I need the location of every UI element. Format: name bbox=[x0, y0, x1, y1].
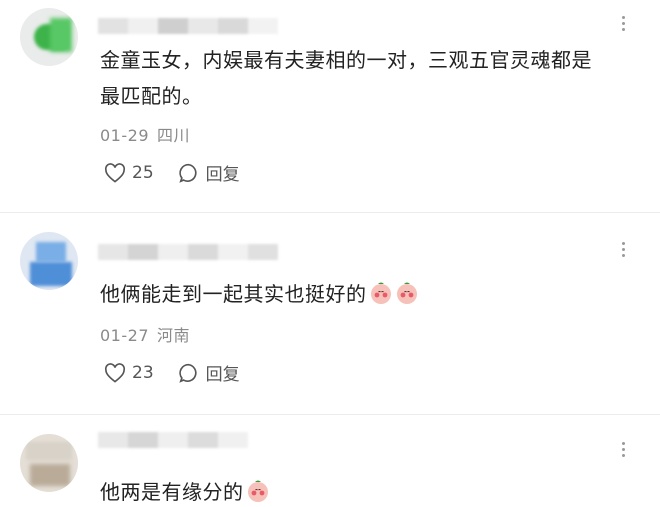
blushing-face-icon bbox=[396, 282, 417, 304]
like-button[interactable]: 25 bbox=[104, 163, 154, 183]
reply-button[interactable]: 回复 bbox=[178, 360, 240, 385]
avatar[interactable] bbox=[20, 434, 78, 492]
like-count: 23 bbox=[132, 362, 154, 383]
divider bbox=[0, 212, 660, 213]
reply-label: 回复 bbox=[205, 165, 240, 185]
like-button[interactable]: 23 bbox=[104, 363, 154, 383]
heart-icon bbox=[104, 162, 126, 183]
comment-item: 他两是有缘分的 bbox=[0, 416, 660, 507]
heart-icon bbox=[104, 362, 126, 383]
comment-text: 金童玉女，内娱最有夫妻相的一对，三观五官灵魂都是 最匹配的。 bbox=[100, 48, 592, 108]
reply-label: 回复 bbox=[205, 365, 240, 385]
username-redacted bbox=[98, 432, 248, 448]
more-options-icon[interactable] bbox=[614, 240, 634, 260]
divider bbox=[0, 414, 660, 415]
comment-item: 他俩能走到一起其实也挺好的 01-27 河南 23 回复 bbox=[0, 214, 660, 410]
more-options-icon[interactable] bbox=[614, 440, 634, 460]
username-redacted bbox=[98, 18, 278, 34]
comment-date: 01-29 bbox=[100, 126, 149, 145]
comment-location: 四川 bbox=[157, 126, 191, 145]
more-options-icon[interactable] bbox=[614, 14, 634, 34]
comment-meta: 01-27 河南 bbox=[100, 322, 190, 346]
comment-text: 他俩能走到一起其实也挺好的 bbox=[100, 276, 419, 312]
comment-actions: 23 回复 bbox=[104, 360, 264, 385]
blushing-face-icon bbox=[247, 480, 268, 502]
avatar[interactable] bbox=[20, 8, 78, 66]
like-count: 25 bbox=[132, 162, 154, 183]
comment-location: 河南 bbox=[157, 326, 191, 345]
comment-date: 01-27 bbox=[100, 326, 149, 345]
avatar[interactable] bbox=[20, 232, 78, 290]
comment-text: 他两是有缘分的 bbox=[100, 474, 270, 507]
comment-actions: 25 回复 bbox=[104, 160, 264, 185]
blushing-face-icon bbox=[370, 282, 391, 304]
username-redacted bbox=[98, 244, 278, 260]
comment-meta: 01-29 四川 bbox=[100, 122, 190, 146]
comment-bubble-icon bbox=[178, 163, 197, 183]
comment-bubble-icon bbox=[178, 363, 197, 383]
comment-item: 金童玉女，内娱最有夫妻相的一对，三观五官灵魂都是 最匹配的。 01-29 四川 2… bbox=[0, 0, 660, 200]
reply-button[interactable]: 回复 bbox=[178, 160, 240, 185]
